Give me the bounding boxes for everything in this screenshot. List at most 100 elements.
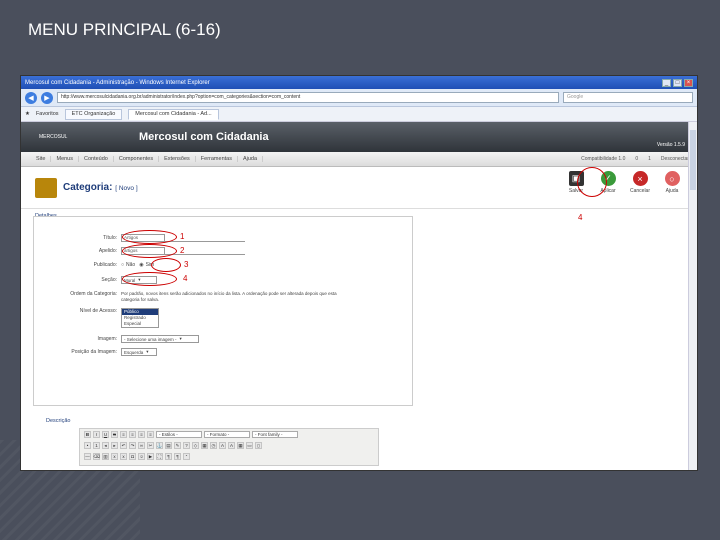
font-family-select[interactable]: - Font family -	[252, 431, 298, 438]
backcolor-icon[interactable]: A	[228, 442, 235, 449]
close-button[interactable]: ×	[684, 78, 693, 87]
numbered-list-icon[interactable]: 1	[93, 442, 100, 449]
scrollbar-thumb[interactable]	[690, 130, 696, 190]
maximize-button[interactable]: □	[673, 78, 682, 87]
annotation-2: 2	[180, 246, 185, 255]
strikethrough-icon[interactable]: S	[111, 431, 118, 438]
status-messages[interactable]: 0	[635, 156, 638, 162]
back-button[interactable]: ◀	[25, 91, 37, 104]
search-input[interactable]: Google	[563, 92, 693, 103]
forward-button[interactable]: ▶	[41, 91, 53, 104]
visual-aid-icon[interactable]: ▥	[102, 453, 109, 460]
cancel-button[interactable]: × Cancelar	[629, 171, 651, 194]
status-users[interactable]: 1	[648, 156, 651, 162]
description-legend: Descrição	[46, 418, 71, 424]
subscript-icon[interactable]: x	[111, 453, 118, 460]
published-no-radio[interactable]: ○	[121, 262, 124, 268]
admin-header: MERCOSUL Mercosul com Cidadania Versão 1…	[21, 122, 697, 152]
browser-tab-mercosul[interactable]: Mercosul com Cidadania - Ad...	[128, 108, 219, 120]
menu-content[interactable]: Conteúdo	[79, 156, 114, 162]
format-select[interactable]: - Formato -	[204, 431, 250, 438]
unlink-icon[interactable]: ✂	[147, 442, 154, 449]
status-preview[interactable]: Compatibilidade 1.0	[581, 156, 625, 162]
menu-components[interactable]: Componentes	[114, 156, 160, 162]
browser-tab-etc[interactable]: ETC Organização	[64, 108, 123, 120]
minimize-button[interactable]: _	[662, 78, 671, 87]
title-label: Título:	[103, 235, 117, 241]
slide-title: MENU PRINCIPAL (6-16)	[28, 20, 221, 39]
ltr-icon[interactable]: ¶	[165, 453, 172, 460]
outdent-icon[interactable]: ◂	[102, 442, 109, 449]
cite-icon[interactable]: “	[183, 453, 190, 460]
align-center-icon[interactable]: ≡	[129, 431, 136, 438]
image-icon[interactable]: ▤	[165, 442, 172, 449]
omega-icon[interactable]: Ω	[129, 453, 136, 460]
image-position-select[interactable]: Esquerda ▾	[121, 348, 157, 356]
undo-icon[interactable]: ↶	[120, 442, 127, 449]
alias-input-extension	[165, 247, 245, 255]
align-left-icon[interactable]: ≡	[120, 431, 127, 438]
column-icon[interactable]: ▯	[255, 442, 262, 449]
annotation-save-number: 4	[578, 213, 583, 222]
image-position-label: Posição da Imagem:	[71, 349, 117, 355]
vertical-scrollbar[interactable]	[688, 122, 697, 470]
annotation-4: 4	[183, 274, 188, 283]
date-icon[interactable]: ▦	[201, 442, 208, 449]
image-position-row: Posição da Imagem: Esquerda ▾	[43, 348, 157, 356]
help-icon[interactable]: ?	[183, 442, 190, 449]
menu-tools[interactable]: Ferramentas	[196, 156, 238, 162]
alias-label: Apelido:	[98, 248, 117, 254]
italic-icon[interactable]: I	[93, 431, 100, 438]
anchor-icon[interactable]: ⚓	[156, 442, 163, 449]
editor-toolbar-row-2: • 1 ◂ ▸ ↶ ↷ ∞ ✂ ⚓ ▤ ✎ ? ◇ ▦ ◷ A A ▦ ▭ ▯	[80, 440, 378, 451]
row-icon[interactable]: ▭	[246, 442, 253, 449]
cancel-icon: ×	[632, 171, 648, 186]
menu-help[interactable]: Ajuda	[238, 156, 264, 162]
logout-link[interactable]: Desconectar	[661, 156, 689, 162]
indent-icon[interactable]: ▸	[111, 442, 118, 449]
rtl-icon[interactable]: ¶	[174, 453, 181, 460]
link-icon[interactable]: ∞	[138, 442, 145, 449]
cleanup-icon[interactable]: ✎	[174, 442, 181, 449]
styles-select[interactable]: - Estilos -	[156, 431, 202, 438]
published-yes-radio[interactable]: ◉	[139, 262, 143, 268]
hr-icon[interactable]: —	[84, 453, 91, 460]
page-toolbar: Categoria: [ Novo ] ▣ Salvar ✓ Aplicar ×…	[21, 167, 697, 209]
media-icon[interactable]: ▶	[147, 453, 154, 460]
table-icon[interactable]: ▦	[237, 442, 244, 449]
chevron-down-icon: ▾	[146, 349, 149, 354]
menu-extensions[interactable]: Extensões	[159, 156, 196, 162]
menu-menus[interactable]: Menus	[51, 156, 79, 162]
url-input[interactable]: http://www.mercosulcidadania.org.br/admi…	[57, 92, 559, 103]
redo-icon[interactable]: ↷	[129, 442, 136, 449]
align-right-icon[interactable]: ≡	[138, 431, 145, 438]
underline-icon[interactable]: U	[102, 431, 109, 438]
published-label: Publicado:	[93, 262, 117, 268]
align-justify-icon[interactable]: ≡	[147, 431, 154, 438]
annotation-3: 3	[184, 260, 189, 269]
remove-format-icon[interactable]: ⌫	[93, 453, 100, 460]
fullscreen-icon[interactable]: ⛶	[156, 453, 163, 460]
help-button[interactable]: ○ Ajuda	[661, 171, 683, 194]
menu-site[interactable]: Site	[31, 156, 52, 162]
access-option-special[interactable]: Especial	[122, 321, 158, 327]
logo-text: MERCOSUL	[39, 134, 68, 140]
favorites-star-icon[interactable]: ★	[25, 111, 30, 117]
page-title: Categoria: [ Novo ]	[63, 182, 138, 193]
code-icon[interactable]: ◇	[192, 442, 199, 449]
access-level-list[interactable]: Público Registrado Especial	[121, 308, 159, 328]
emotions-icon[interactable]: ☺	[138, 453, 145, 460]
cancel-label: Cancelar	[629, 188, 650, 194]
alias-highlight-ellipse	[122, 244, 177, 258]
bullet-list-icon[interactable]: •	[84, 442, 91, 449]
image-select-value: - Selecione uma imagem -	[124, 336, 177, 342]
time-icon[interactable]: ◷	[210, 442, 217, 449]
superscript-icon[interactable]: x	[120, 453, 127, 460]
image-row: Imagem: - Selecione uma imagem - ▾	[43, 335, 199, 343]
favorites-link[interactable]: Favoritos	[36, 111, 59, 117]
order-row: Ordem da Categoria: Por padrão, novos it…	[43, 291, 351, 303]
image-select[interactable]: - Selecione uma imagem - ▾	[121, 335, 199, 343]
admin-menubar: Site Menus Conteúdo Componentes Extensõe…	[21, 152, 697, 167]
forecolor-icon[interactable]: A	[219, 442, 226, 449]
bold-icon[interactable]: B	[84, 431, 91, 438]
